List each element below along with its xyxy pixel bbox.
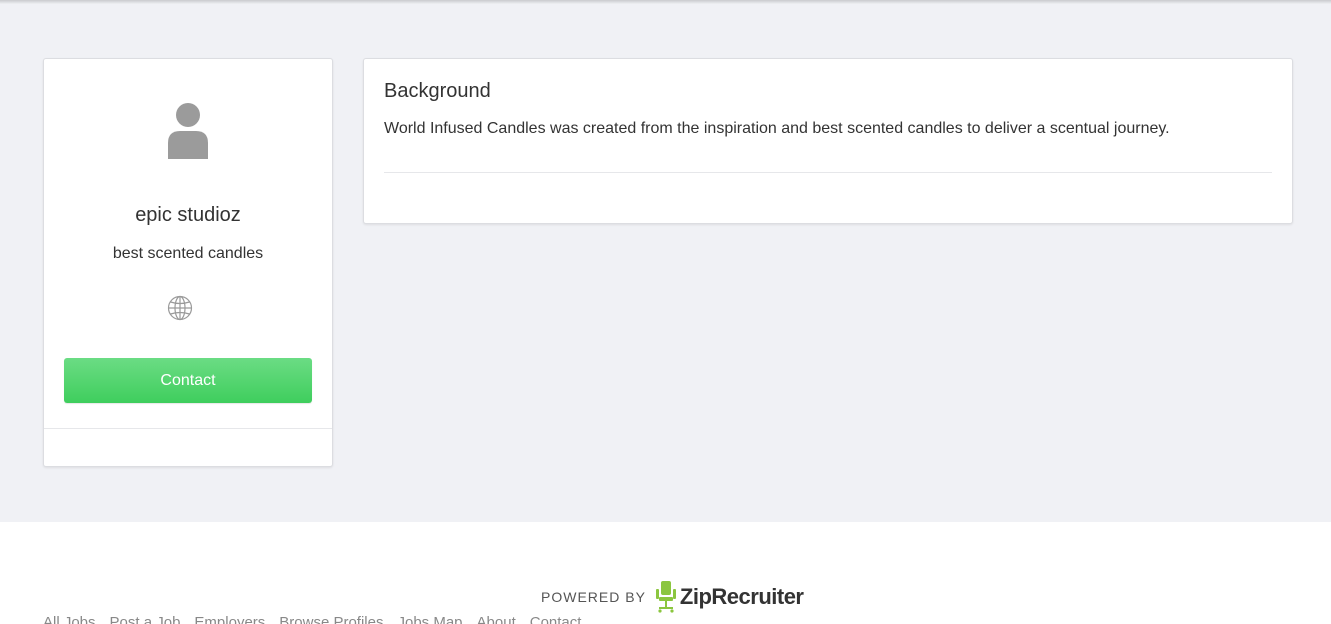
ziprecruiter-logo: ZipRecruiter bbox=[679, 584, 804, 609]
background-divider bbox=[384, 172, 1272, 173]
background-description: World Infused Candles was created from t… bbox=[384, 120, 1170, 137]
contact-button[interactable]: Contact bbox=[64, 358, 312, 403]
company-name: epic studioz bbox=[135, 204, 241, 226]
background-card: Background World Infused Candles was cre… bbox=[363, 58, 1293, 224]
powered-by-ziprecruiter[interactable]: POWERED BY ZipRecruiter bbox=[541, 580, 804, 614]
footer-link-about[interactable]: About bbox=[477, 614, 516, 624]
footer-links: All Jobs Post a Job Employers Browse Pro… bbox=[43, 614, 581, 624]
footer-link-jobs-map[interactable]: Jobs Map bbox=[397, 614, 462, 624]
ziprecruiter-chair-icon bbox=[655, 581, 676, 613]
footer-link-contact[interactable]: Contact bbox=[530, 614, 582, 624]
company-tagline: best scented candles bbox=[112, 245, 264, 262]
footer-link-employers[interactable]: Employers bbox=[194, 614, 265, 624]
card-divider bbox=[44, 428, 332, 429]
globe-icon[interactable] bbox=[167, 295, 193, 321]
powered-by-text: POWERED BY bbox=[541, 589, 646, 605]
background-title: Background bbox=[384, 80, 491, 102]
profile-card: epic studioz best scented candles Contac… bbox=[43, 58, 333, 467]
footer-link-post-a-job[interactable]: Post a Job bbox=[110, 614, 181, 624]
top-shadow bbox=[0, 0, 1331, 4]
footer-link-browse-profiles[interactable]: Browse Profiles bbox=[279, 614, 383, 624]
user-silhouette-icon bbox=[168, 103, 208, 159]
footer-link-all-jobs[interactable]: All Jobs bbox=[43, 614, 96, 624]
